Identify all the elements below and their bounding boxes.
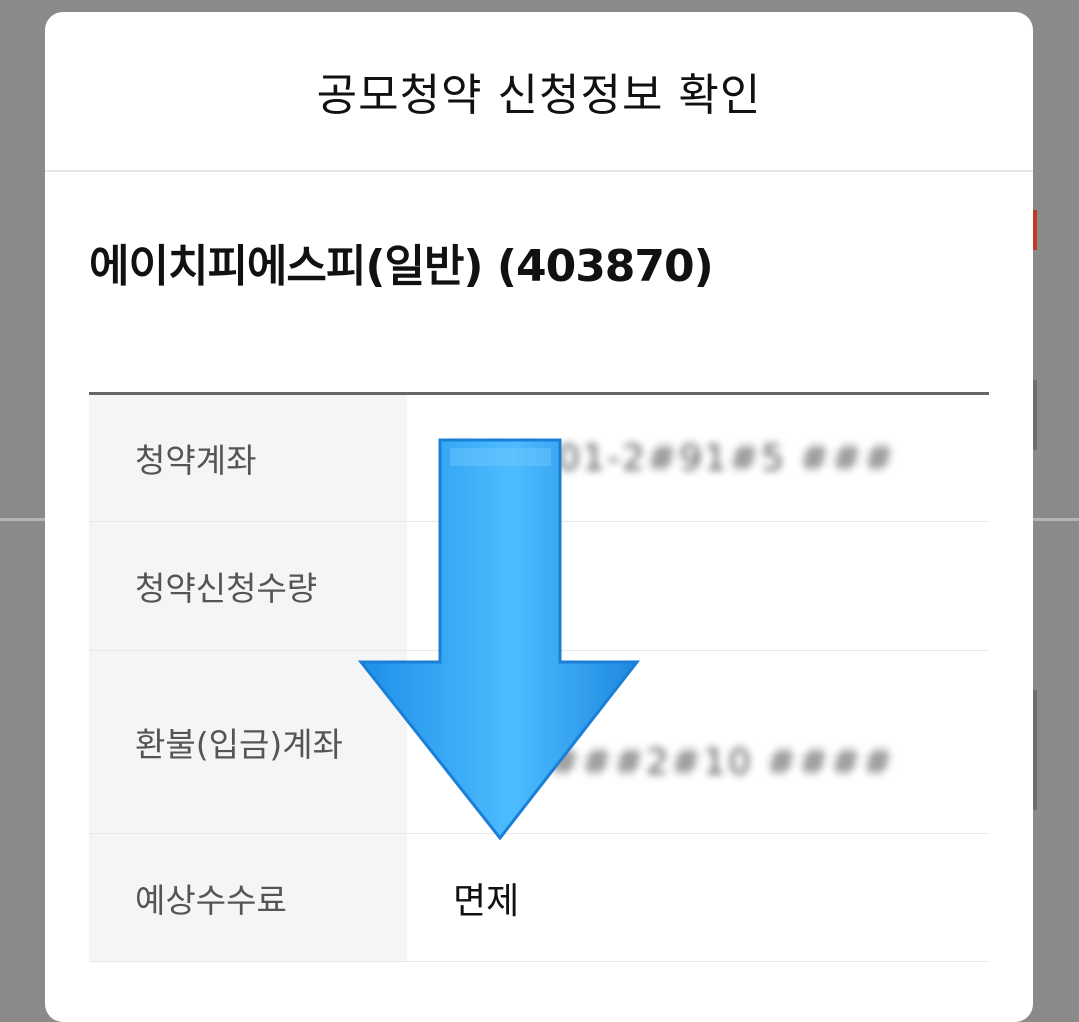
stock-name: 에이치피에스피(일반) (403870): [89, 241, 714, 292]
backdrop-edge: [1033, 690, 1037, 810]
dialog-header: 공모청약 신청정보 확인: [45, 12, 1033, 172]
dialog-title: 공모청약 신청정보 확인: [316, 70, 762, 121]
expected-fee-value: 면제: [453, 880, 520, 922]
table-row: 예상수수료 면제: [89, 834, 989, 962]
arrow-down-icon: [357, 438, 641, 840]
expected-fee-label: 예상수수료: [89, 834, 407, 961]
backdrop-edge: [1033, 380, 1037, 450]
